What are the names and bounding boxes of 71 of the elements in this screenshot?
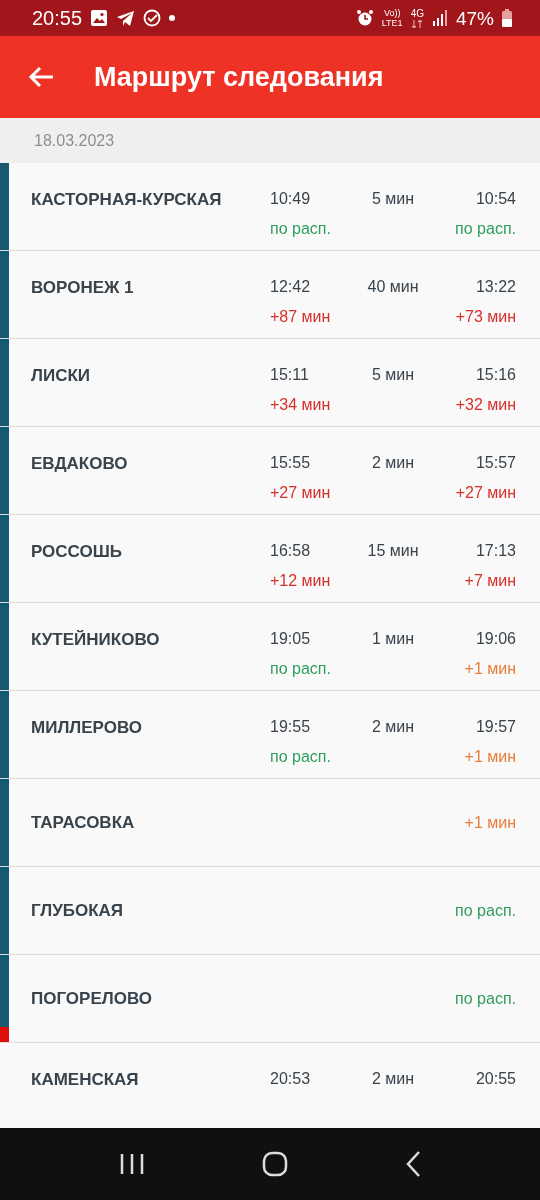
arrival-time: 19:55 bbox=[270, 718, 311, 736]
station-name: РОССОШЬ bbox=[31, 542, 123, 562]
delay-status: +7 мин bbox=[464, 572, 516, 590]
battery-percent: 47% bbox=[455, 8, 494, 28]
delay-status: +27 мин bbox=[270, 484, 331, 502]
recent-apps-button[interactable] bbox=[118, 1153, 145, 1175]
station-name: КУТЕЙНИКОВО bbox=[31, 630, 161, 650]
delay-status: +32 мин bbox=[455, 396, 516, 414]
back-nav-button[interactable] bbox=[405, 1151, 422, 1177]
stop-duration: 2 мин bbox=[371, 454, 415, 472]
home-button[interactable] bbox=[262, 1151, 288, 1177]
delay-status: +27 мин bbox=[455, 484, 516, 502]
stop-duration: 2 мин bbox=[371, 718, 415, 736]
date-text: 18.03.2023 bbox=[34, 131, 115, 150]
stop-duration: 5 мин bbox=[371, 190, 415, 208]
delay-status: по расп. bbox=[455, 989, 516, 1008]
check-circle-icon bbox=[143, 9, 162, 27]
stop-duration: 40 мин bbox=[367, 278, 419, 296]
arrival-time: 16:58 bbox=[270, 542, 311, 560]
station-name: ЕВДАКОВО bbox=[31, 454, 129, 474]
station-name: ВОРОНЕЖ 1 bbox=[31, 278, 135, 298]
station-name: ПОГОРЕЛОВО bbox=[31, 988, 153, 1009]
clock: 20:55 bbox=[32, 8, 83, 28]
delay-status: по расп. bbox=[455, 220, 516, 238]
departure-time: 19:06 bbox=[475, 630, 516, 648]
network-label: 4G bbox=[410, 8, 424, 19]
screen-title: Маршрут следования bbox=[94, 61, 384, 93]
departure-time: 10:54 bbox=[475, 190, 516, 208]
departure-time: 19:57 bbox=[475, 718, 516, 736]
delay-status: +87 мин bbox=[270, 308, 331, 326]
delay-status: по расп. bbox=[270, 220, 331, 238]
station-name: КАСТОРНАЯ-КУРСКАЯ bbox=[31, 190, 223, 210]
delay-status: по расп. bbox=[270, 748, 331, 766]
station-name: ЛИСКИ bbox=[31, 366, 92, 386]
departure-time: 20:55 bbox=[475, 1070, 516, 1088]
paper-plane-icon bbox=[116, 9, 136, 27]
image-icon bbox=[90, 9, 109, 27]
stop-duration: 2 мин bbox=[371, 1070, 415, 1088]
battery-icon bbox=[502, 9, 512, 27]
delay-status: +12 мин bbox=[270, 572, 331, 590]
delay-status: +1 мин bbox=[464, 660, 516, 678]
lte-label: LTE1 bbox=[381, 18, 403, 28]
arrival-time: 19:05 bbox=[270, 630, 311, 648]
station-name: МИЛЛЕРОВО bbox=[31, 718, 143, 738]
delay-status: +34 мин bbox=[270, 396, 331, 414]
station-name: ТАРАСОВКА bbox=[31, 812, 136, 833]
arrival-time: 15:55 bbox=[270, 454, 311, 472]
delay-status: +1 мин bbox=[464, 748, 516, 766]
signal-icon bbox=[431, 10, 448, 26]
alarm-icon bbox=[355, 9, 374, 27]
arrival-time: 20:53 bbox=[270, 1070, 311, 1088]
arrival-time: 12:42 bbox=[270, 278, 311, 296]
arrival-time: 10:49 bbox=[270, 190, 311, 208]
stop-duration: 1 мин bbox=[371, 630, 415, 648]
departure-time: 15:57 bbox=[475, 454, 516, 472]
delay-status: по расп. bbox=[270, 660, 331, 678]
delay-status: по расп. bbox=[455, 901, 516, 920]
departure-time: 15:16 bbox=[475, 366, 516, 384]
departure-time: 13:22 bbox=[475, 278, 516, 296]
stop-duration: 15 мин bbox=[367, 542, 419, 560]
dot-icon bbox=[169, 15, 176, 21]
station-name: ГЛУБОКАЯ bbox=[31, 900, 125, 921]
departure-time: 17:13 bbox=[475, 542, 516, 560]
back-button[interactable] bbox=[28, 66, 54, 88]
stop-duration: 5 мин bbox=[371, 366, 415, 384]
delay-status: +73 мин bbox=[455, 308, 516, 326]
delay-status: +1 мин bbox=[464, 813, 516, 832]
station-name: КАМЕНСКАЯ bbox=[31, 1070, 140, 1090]
arrival-time: 15:11 bbox=[270, 366, 309, 384]
data-arrows-icon bbox=[411, 19, 424, 28]
volte-label: Vo)) bbox=[383, 8, 401, 18]
